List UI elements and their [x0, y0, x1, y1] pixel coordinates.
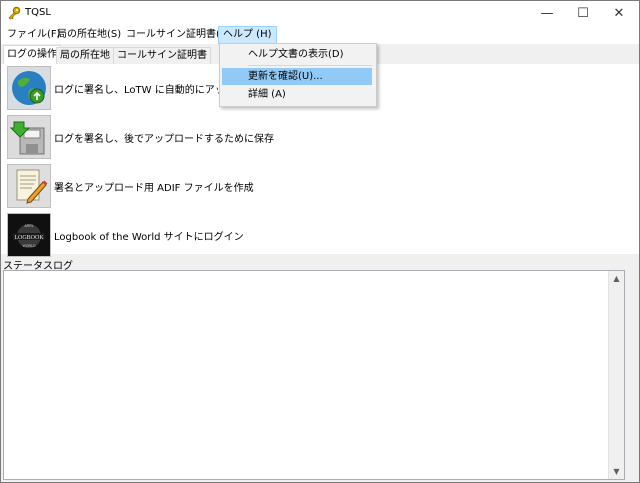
main-window: TQSL — ☐ ✕ ファイル(F) 局の所在地(S) コールサイン証明書(C)… [0, 0, 640, 483]
tab-callsign-certificate[interactable]: コールサイン証明書 [113, 47, 211, 64]
svg-text:WORLD: WORLD [22, 244, 36, 248]
help-menu-show-docs[interactable]: ヘルプ文書の表示(D) [222, 46, 372, 63]
minimize-button[interactable]: — [529, 1, 565, 26]
action-label: 署名とアップロード用 ADIF ファイルを作成 [54, 183, 254, 194]
action-label: Logbook of the World サイトにログイン [54, 232, 244, 243]
save-to-disk-icon[interactable] [7, 115, 51, 159]
help-menu-about[interactable]: 詳細 (A) [222, 86, 372, 103]
maximize-button[interactable]: ☐ [565, 1, 601, 26]
help-menu-check-updates[interactable]: 更新を確認(U)... [222, 68, 372, 85]
status-log[interactable]: ▲ ▼ [3, 270, 625, 480]
menu-separator [248, 65, 372, 66]
status-log-scrollbar[interactable]: ▲ ▼ [608, 271, 624, 479]
menu-station-location[interactable]: 局の所在地(S) [53, 27, 125, 43]
scroll-down-arrow-icon[interactable]: ▼ [609, 464, 624, 479]
globe-icon[interactable] [7, 66, 51, 110]
menu-help[interactable]: ヘルプ (H) [218, 26, 277, 44]
svg-text:LOGBOOK: LOGBOOK [14, 235, 44, 241]
edit-document-icon[interactable] [7, 164, 51, 208]
tab-log-operations[interactable]: ログの操作 [3, 45, 61, 65]
action-label: ログを署名し、後でアップロードするために保存 [54, 134, 274, 145]
scroll-up-arrow-icon[interactable]: ▲ [609, 271, 624, 286]
title-bar[interactable]: TQSL — ☐ ✕ [1, 1, 639, 26]
menu-bar: ファイル(F) 局の所在地(S) コールサイン証明書(C) ヘルプ (H) [1, 26, 639, 44]
lotw-logbook-icon[interactable]: LOGBOOK ARRL WORLD [7, 213, 51, 257]
svg-text:ARRL: ARRL [24, 224, 33, 228]
help-dropdown-menu: ヘルプ文書の表示(D) 更新を確認(U)... 詳細 (A) [219, 43, 377, 107]
key-icon [7, 6, 21, 20]
tab-station-location[interactable]: 局の所在地 [56, 47, 114, 64]
close-button[interactable]: ✕ [601, 1, 637, 26]
window-title: TQSL [25, 7, 51, 18]
